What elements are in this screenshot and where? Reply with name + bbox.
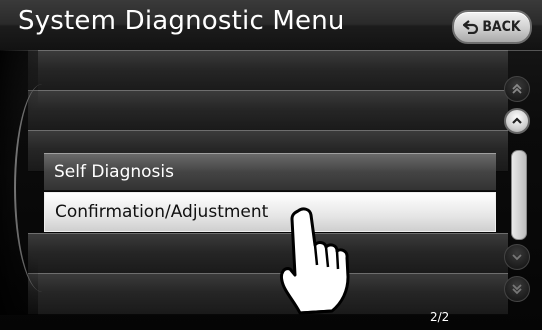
page-title: System Diagnostic Menu — [18, 6, 345, 36]
drum-row — [28, 50, 508, 92]
diagnostic-screen: System Diagnostic Menu BACK Self Diagnos… — [0, 0, 542, 330]
double-chevron-down-icon — [512, 284, 522, 295]
page-up-button[interactable] — [504, 76, 530, 102]
page-indicator: 2/2 — [430, 310, 450, 324]
menu-item-label: Self Diagnosis — [54, 162, 174, 182]
line-up-button[interactable] — [504, 108, 530, 134]
chevron-up-icon — [512, 117, 522, 124]
line-down-button[interactable] — [504, 244, 530, 270]
back-button[interactable]: BACK — [452, 10, 532, 44]
scroll-controls — [497, 68, 537, 308]
double-chevron-up-icon — [512, 83, 522, 94]
back-label: BACK — [482, 19, 521, 35]
drum-row — [28, 233, 508, 275]
scrollbar[interactable] — [511, 150, 527, 240]
back-arrow-icon — [463, 20, 479, 34]
pointing-hand-icon — [280, 207, 350, 315]
page-down-button[interactable] — [504, 276, 530, 302]
chevron-down-icon — [512, 254, 522, 261]
header-bar: System Diagnostic Menu BACK — [0, 0, 542, 51]
drum-shade — [0, 50, 38, 315]
menu-item-label: Confirmation/Adjustment — [55, 202, 269, 222]
drum-row — [28, 90, 508, 132]
drum-row — [28, 273, 508, 315]
menu-item-self-diagnosis[interactable]: Self Diagnosis — [44, 153, 496, 191]
